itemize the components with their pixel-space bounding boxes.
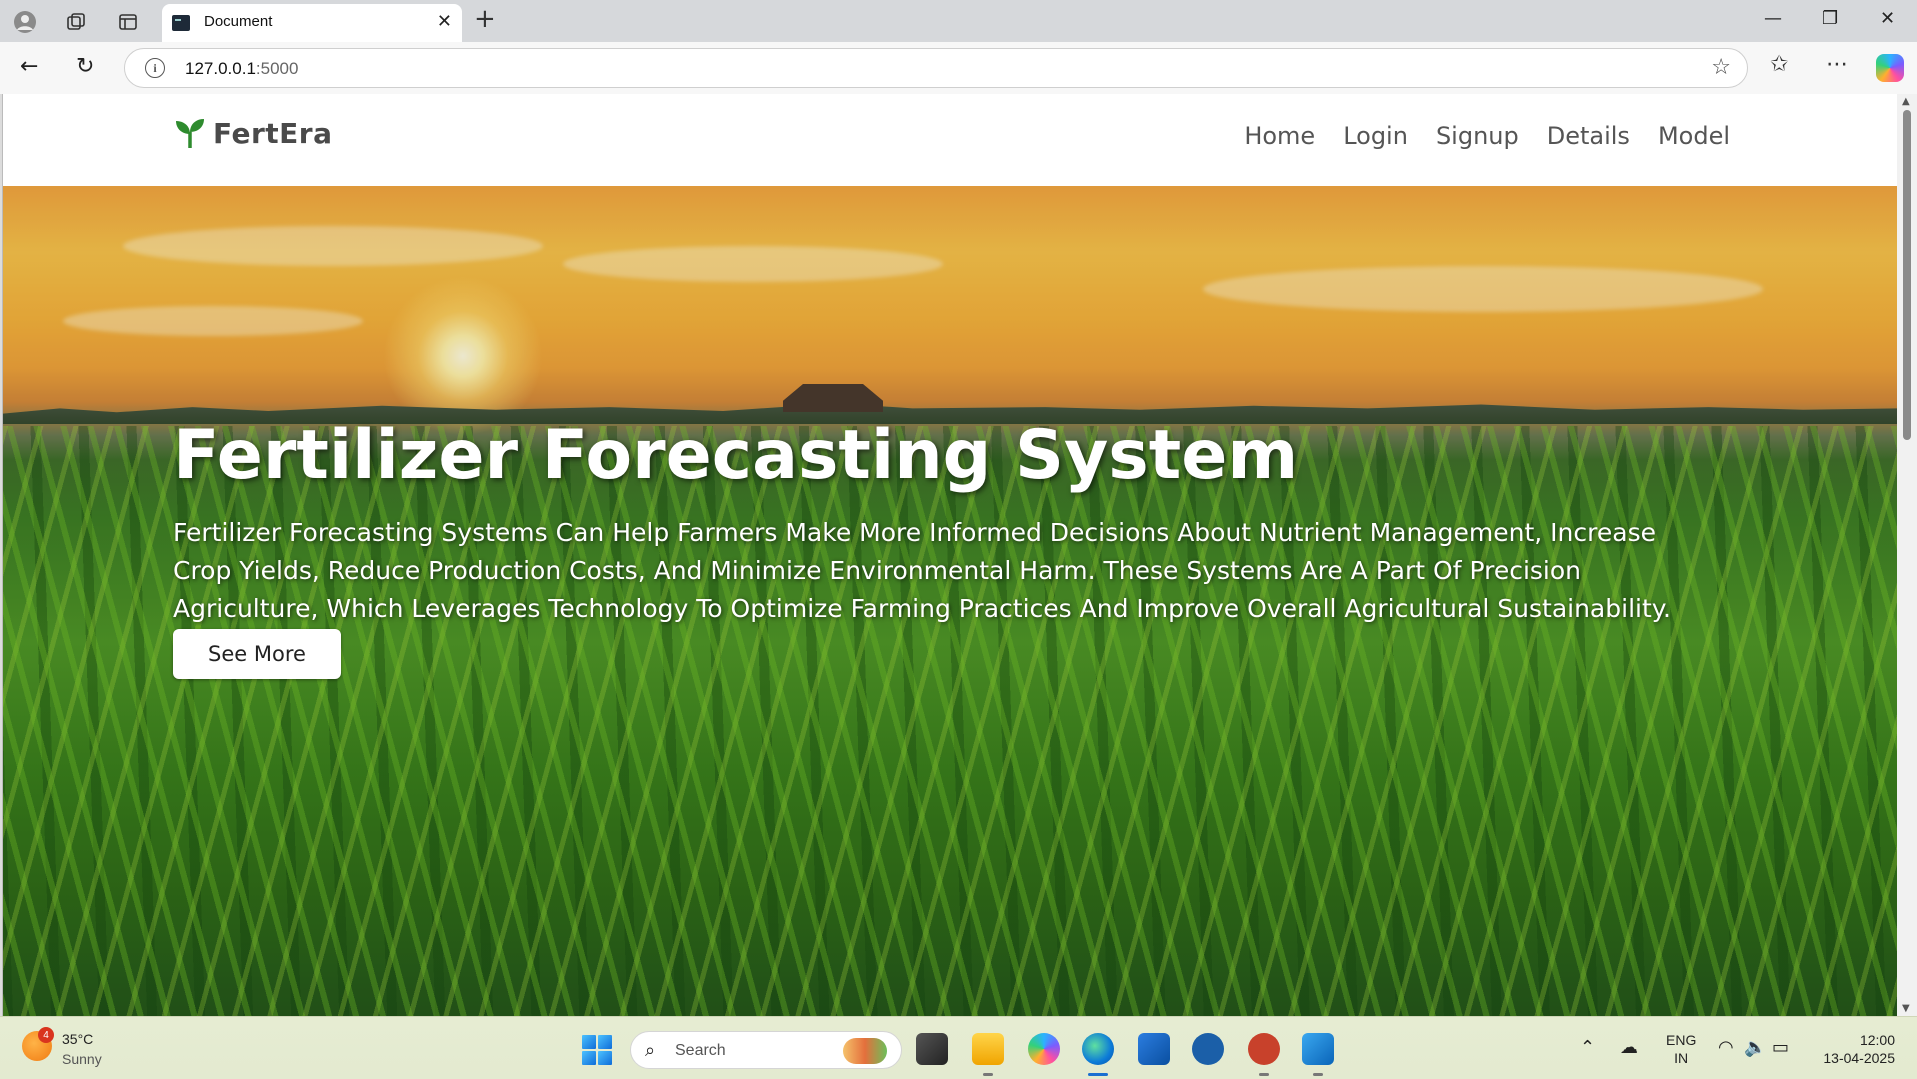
running-indicator xyxy=(1313,1073,1323,1076)
hero-title: Fertilizer Forecasting System xyxy=(173,416,1299,495)
close-window-icon[interactable]: ✕ xyxy=(1880,8,1895,29)
scrollbar-thumb[interactable] xyxy=(1903,110,1911,440)
nav-home[interactable]: Home xyxy=(1244,122,1315,150)
weather-condition[interactable]: Sunny xyxy=(62,1051,102,1067)
language-code: ENG xyxy=(1666,1032,1697,1048)
dell-icon[interactable] xyxy=(1192,1033,1224,1065)
region-code: IN xyxy=(1674,1050,1689,1066)
favorite-star-icon[interactable]: ☆ xyxy=(1711,55,1731,80)
powerpoint-icon[interactable] xyxy=(1248,1033,1280,1065)
site-info-icon[interactable]: i xyxy=(145,58,165,78)
nav-model[interactable]: Model xyxy=(1658,122,1730,150)
brand-logo[interactable]: FertEra xyxy=(173,116,333,150)
running-indicator xyxy=(1259,1073,1269,1076)
more-options-icon[interactable]: ⋯ xyxy=(1826,52,1848,77)
tab-title: Document xyxy=(204,13,273,30)
see-more-button[interactable]: See More xyxy=(173,629,341,679)
weather-temperature[interactable]: 35°C xyxy=(62,1031,93,1047)
address-bar[interactable]: i 127.0.0.1:5000 ☆ xyxy=(124,48,1748,88)
browser-toolbar: ← ↻ i 127.0.0.1:5000 ☆ ✩ ⋯ xyxy=(0,42,1917,94)
windows-taskbar: 4 35°C Sunny ⌕ Search ⌃ ☁ ENG IN ◠ 🔈 ▭ 1… xyxy=(0,1016,1917,1079)
search-placeholder: Search xyxy=(675,1042,726,1059)
time-text: 12:00 xyxy=(1859,1032,1895,1048)
page-scrollbar[interactable]: ▲ ▼ xyxy=(1897,94,1917,1016)
battery-icon[interactable]: ▭ xyxy=(1772,1037,1789,1058)
terminal-favicon-icon xyxy=(172,15,190,31)
edge-browser-icon[interactable] xyxy=(1082,1033,1114,1065)
copilot-icon[interactable] xyxy=(1876,54,1904,82)
nav-signup[interactable]: Signup xyxy=(1436,122,1519,150)
close-tab-icon[interactable]: ✕ xyxy=(437,11,452,32)
url-port: :5000 xyxy=(255,59,299,78)
windows-start-icon[interactable] xyxy=(582,1035,612,1065)
vertical-tabs-icon[interactable] xyxy=(114,8,142,36)
browser-tab-strip: Document ✕ + — ❐ ✕ xyxy=(0,0,1917,42)
site-header: FertEra Home Login Signup Details Model xyxy=(3,94,1897,186)
new-tab-button[interactable]: + xyxy=(474,4,496,34)
wifi-icon[interactable]: ◠ xyxy=(1718,1037,1734,1058)
hero-description: Fertilizer Forecasting Systems Can Help … xyxy=(173,518,1671,623)
copilot-app-icon[interactable] xyxy=(1028,1033,1060,1065)
sprout-icon xyxy=(176,119,204,148)
file-explorer-icon[interactable] xyxy=(972,1033,1004,1065)
active-indicator xyxy=(1088,1073,1108,1076)
back-arrow-icon[interactable]: ← xyxy=(20,54,38,79)
taskbar-search[interactable]: ⌕ Search xyxy=(630,1031,902,1069)
date-text: 13-04-2025 xyxy=(1823,1050,1895,1066)
clock[interactable]: 12:00 13-04-2025 xyxy=(1823,1031,1895,1067)
weather-badge: 4 xyxy=(38,1027,54,1043)
url-host: 127.0.0.1 xyxy=(185,59,256,78)
nav-login[interactable]: Login xyxy=(1343,122,1408,150)
scroll-down-icon[interactable]: ▼ xyxy=(1902,1003,1910,1014)
vscode-icon[interactable] xyxy=(1302,1033,1334,1065)
restore-icon[interactable]: ❐ xyxy=(1822,8,1838,29)
workspaces-icon[interactable] xyxy=(62,8,90,36)
main-nav: Home Login Signup Details Model xyxy=(1244,122,1730,150)
chevron-up-icon[interactable]: ⌃ xyxy=(1580,1037,1595,1058)
cloud-offline-icon[interactable]: ☁ xyxy=(1620,1037,1638,1058)
nav-details[interactable]: Details xyxy=(1547,122,1630,150)
profile-icon[interactable] xyxy=(11,8,39,36)
task-view-icon[interactable] xyxy=(916,1033,948,1065)
hero-section: Fertilizer Forecasting System Fertilizer… xyxy=(3,186,1897,1016)
minimize-icon[interactable]: — xyxy=(1764,8,1782,29)
language-indicator[interactable]: ENG IN xyxy=(1666,1031,1696,1067)
volume-icon[interactable]: 🔈 xyxy=(1744,1037,1766,1058)
running-indicator xyxy=(983,1073,993,1076)
microsoft-store-icon[interactable] xyxy=(1138,1033,1170,1065)
favorites-icon[interactable]: ✩ xyxy=(1770,52,1788,77)
search-highlight-icon xyxy=(843,1038,887,1064)
url-text: 127.0.0.1:5000 xyxy=(185,59,298,79)
scroll-up-icon[interactable]: ▲ xyxy=(1902,96,1910,107)
browser-tab-document[interactable]: Document ✕ xyxy=(162,4,462,42)
search-icon: ⌕ xyxy=(645,1040,656,1061)
page-viewport: FertEra Home Login Signup Details Model … xyxy=(2,94,1897,1016)
refresh-icon[interactable]: ↻ xyxy=(76,54,94,79)
brand-name: FertEra xyxy=(213,116,333,150)
